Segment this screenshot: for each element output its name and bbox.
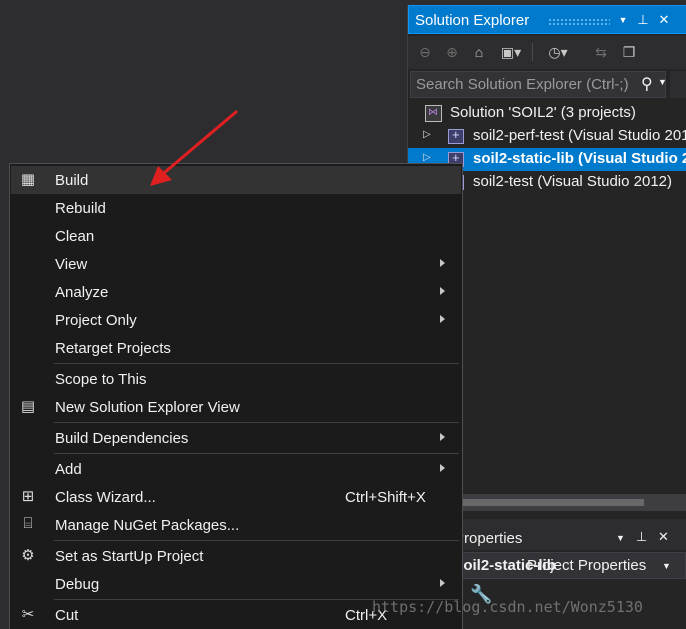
build-icon: ▦ <box>20 171 36 188</box>
nuget-icon: ⌸ <box>23 515 33 532</box>
expand-arrow-icon[interactable]: ▷ <box>423 152 433 163</box>
menu-item-label: Class Wizard... <box>55 489 156 506</box>
tree-item-label: soil2-perf-test (Visual Studio 2012) <box>473 127 686 144</box>
properties-titlebar[interactable]: Properties ▼ ⊥ ✕ <box>446 526 686 550</box>
new-view-icon: ▤ <box>20 398 36 415</box>
menu-item-new-solution-explorer-view[interactable]: ▤ New Solution Explorer View <box>11 393 461 421</box>
drag-grip[interactable] <box>548 18 610 25</box>
tree-item-label: soil2-test (Visual Studio 2012) <box>473 173 672 190</box>
menu-item-manage-nuget-packages[interactable]: ⌸ Manage NuGet Packages... <box>11 511 461 539</box>
vertical-scrollbar[interactable] <box>670 71 686 98</box>
menu-item-label: Rebuild <box>55 200 106 217</box>
submenu-arrow-icon <box>440 315 445 323</box>
tree-item-label: Solution 'SOIL2' (3 projects) <box>450 104 636 121</box>
annotation-arrow-icon <box>150 110 238 186</box>
sync-icon[interactable]: ⇆ <box>592 42 610 62</box>
cpp-project-icon <box>448 127 464 144</box>
menu-item-build-dependencies[interactable]: Build Dependencies <box>11 424 461 452</box>
solution-icon <box>425 105 442 122</box>
menu-item-label: Set as StartUp Project <box>55 548 204 565</box>
menu-item-label: Analyze <box>55 284 109 301</box>
window-position-dropdown-icon[interactable]: ▼ <box>614 10 632 30</box>
tree-item-label: soil2-static-lib (Visual Studio 2012) <box>473 150 686 167</box>
submenu-arrow-icon <box>440 579 445 587</box>
menu-item-label: Clean <box>55 228 95 245</box>
menu-item-analyze[interactable]: Analyze <box>11 278 461 306</box>
expand-arrow-icon[interactable]: ▷ <box>423 129 433 140</box>
menu-separator <box>54 540 459 541</box>
close-icon[interactable]: ✕ <box>658 529 669 545</box>
object-type: Project Properties <box>527 557 647 574</box>
submenu-arrow-icon <box>440 464 445 472</box>
back-icon[interactable]: ⊖ <box>416 42 434 62</box>
submenu-arrow-icon <box>440 433 445 441</box>
horizontal-scrollbar[interactable]: ▶ <box>438 494 686 511</box>
menu-item-project-only[interactable]: Project Only <box>11 306 461 334</box>
collapse-all-icon[interactable]: ❐ <box>620 42 638 62</box>
search-placeholder: Search Solution Explorer (Ctrl-;) <box>416 76 629 93</box>
scissors-icon: ✂ <box>21 606 35 623</box>
submenu-arrow-icon <box>440 259 445 267</box>
switch-views-icon[interactable]: ▣▾ <box>498 42 524 62</box>
menu-item-label: Add <box>55 461 82 478</box>
solution-explorer-toolbar: ⊖ ⊕ ⌂ ▣▾ ◷▾ ⇆ ❐ <box>408 36 686 69</box>
watermark: https://blog.csdn.net/Wonz5130 <box>372 598 643 616</box>
properties-title: Properties <box>454 530 523 547</box>
solution-explorer-titlebar[interactable]: Solution Explorer ▼ ⊥ ✕ <box>408 5 686 34</box>
menu-item-set-startup-project[interactable]: ⚙ Set as StartUp Project <box>11 542 461 570</box>
menu-item-rebuild[interactable]: Rebuild <box>11 194 461 222</box>
close-icon[interactable]: ✕ <box>655 10 673 30</box>
chevron-down-icon[interactable]: ▼ <box>662 561 671 571</box>
menu-item-label: Build <box>55 172 89 189</box>
menu-item-add[interactable]: Add <box>11 455 461 483</box>
forward-icon[interactable]: ⊕ <box>443 42 461 62</box>
menu-item-label: Retarget Projects <box>55 340 171 357</box>
menu-item-label: Project Only <box>55 312 137 329</box>
submenu-arrow-icon <box>440 287 445 295</box>
menu-item-debug[interactable]: Debug <box>11 570 461 598</box>
tree-item-solution[interactable]: Solution 'SOIL2' (3 projects) <box>408 102 686 125</box>
pending-changes-filter-icon[interactable]: ◷▾ <box>544 42 572 62</box>
context-menu: ▦ Build Rebuild Clean View Analyze Proje… <box>9 163 463 629</box>
window-position-dropdown-icon[interactable]: ▼ <box>616 533 625 543</box>
menu-item-clean[interactable]: Clean <box>11 222 461 250</box>
solution-explorer-title: Solution Explorer <box>415 12 530 29</box>
menu-item-class-wizard[interactable]: ⊞ Class Wizard... Ctrl+Shift+X <box>11 483 461 511</box>
menu-item-label: Build Dependencies <box>55 430 189 447</box>
menu-item-label: New Solution Explorer View <box>55 399 240 416</box>
search-options-dropdown-icon[interactable]: ▼ <box>658 77 667 87</box>
toolbar-separator <box>532 43 533 61</box>
properties-object-selector[interactable]: soil2-static-lib Project Properties ▼ <box>446 552 686 579</box>
scrollbar-thumb[interactable] <box>444 499 644 506</box>
pin-icon[interactable]: ⊥ <box>636 529 647 545</box>
menu-item-label: Debug <box>55 576 100 593</box>
search-icon[interactable]: ⚲ <box>641 74 653 94</box>
menu-item-view[interactable]: View <box>11 250 461 278</box>
menu-item-label: Cut <box>55 607 79 624</box>
tree-item-project[interactable]: ▷ soil2-perf-test (Visual Studio 2012) <box>408 125 686 148</box>
search-input[interactable]: Search Solution Explorer (Ctrl-;) ⚲ ▼ <box>410 71 667 98</box>
menu-item-retarget-projects[interactable]: Retarget Projects <box>11 334 461 362</box>
menu-separator <box>54 422 459 423</box>
menu-item-label: View <box>55 256 88 273</box>
menu-item-shortcut: Ctrl+Shift+X <box>345 489 426 506</box>
home-icon[interactable]: ⌂ <box>470 42 488 62</box>
pin-icon[interactable]: ⊥ <box>634 10 652 30</box>
menu-item-label: Manage NuGet Packages... <box>55 517 240 534</box>
menu-item-label: Scope to This <box>55 371 147 388</box>
menu-separator <box>54 363 459 364</box>
class-wizard-icon: ⊞ <box>21 488 35 505</box>
gear-icon: ⚙ <box>21 547 35 564</box>
menu-separator <box>54 453 459 454</box>
menu-item-scope-to-this[interactable]: Scope to This <box>11 365 461 393</box>
